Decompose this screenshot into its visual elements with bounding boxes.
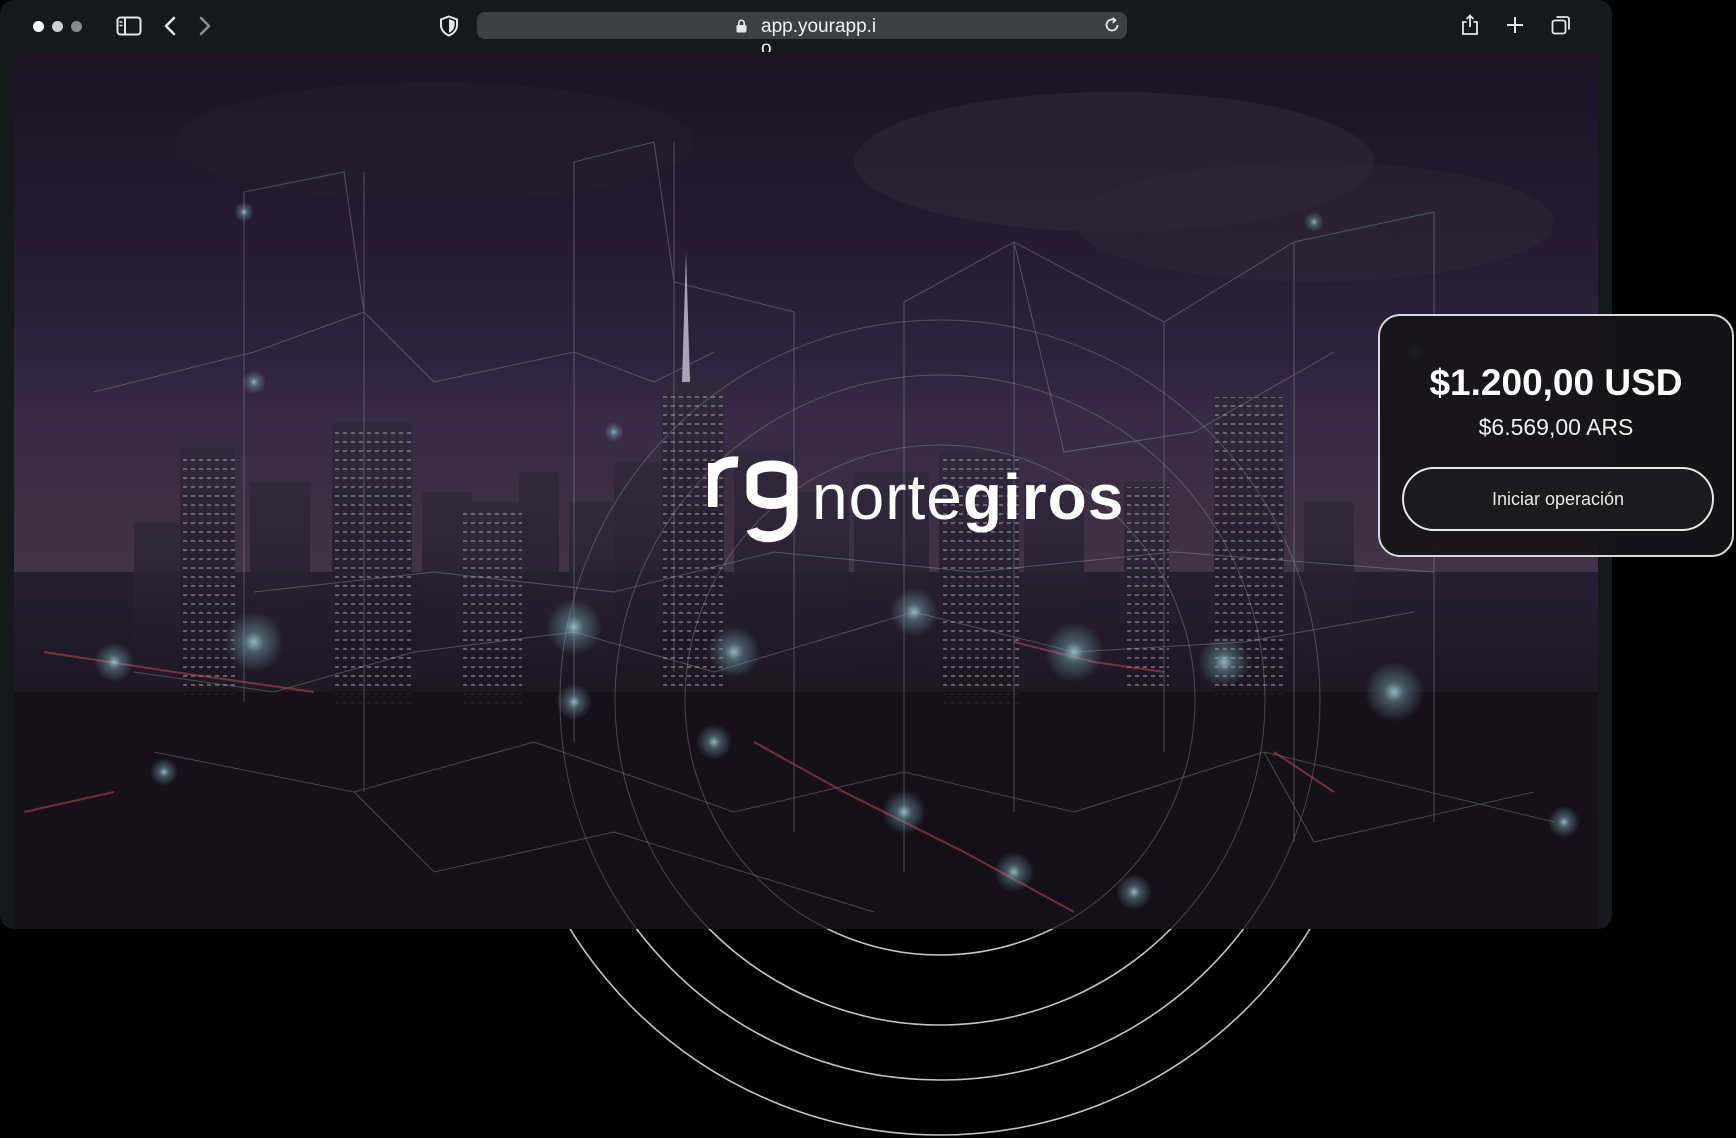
brand-wordmark-light: norte [812, 461, 963, 533]
page: app.yourapp.io nortegiros $1.200,00 USD … [0, 0, 1736, 1138]
window-minimize-dot[interactable] [52, 21, 63, 32]
window-close-dot[interactable] [33, 21, 44, 32]
amount-ars: $6.569,00 ARS [1478, 414, 1634, 440]
exchange-card: $1.200,00 USD $6.569,00 ARS Iniciar oper… [1378, 314, 1734, 557]
browser-toolbar: app.yourapp.io [0, 0, 1612, 59]
amount-usd: $1.200,00 USD [1429, 362, 1683, 403]
address-bar[interactable]: app.yourapp.io [477, 12, 1127, 59]
reload-icon[interactable] [1103, 16, 1121, 38]
brand-logo: nortegiros [708, 422, 1124, 572]
lock-icon [736, 18, 747, 37]
start-operation-button[interactable]: Iniciar operación [1402, 467, 1714, 531]
brand-wordmark: nortegiros [812, 465, 1124, 529]
share-icon[interactable] [1460, 13, 1480, 37]
tabs-overview-icon[interactable] [1550, 14, 1572, 36]
browser-window: app.yourapp.io nortegiros [0, 0, 1612, 929]
shield-icon[interactable] [438, 15, 460, 37]
hero-section: nortegiros [14, 52, 1598, 929]
sidebar-icon[interactable] [116, 15, 142, 37]
plus-icon[interactable] [1504, 14, 1526, 36]
brand-mark-rg-logo [708, 456, 798, 543]
chevron-left-icon[interactable] [161, 15, 179, 37]
window-zoom-dot[interactable] [71, 21, 82, 32]
chevron-right-icon[interactable] [196, 15, 214, 37]
brand-wordmark-bold: giros [962, 461, 1125, 533]
